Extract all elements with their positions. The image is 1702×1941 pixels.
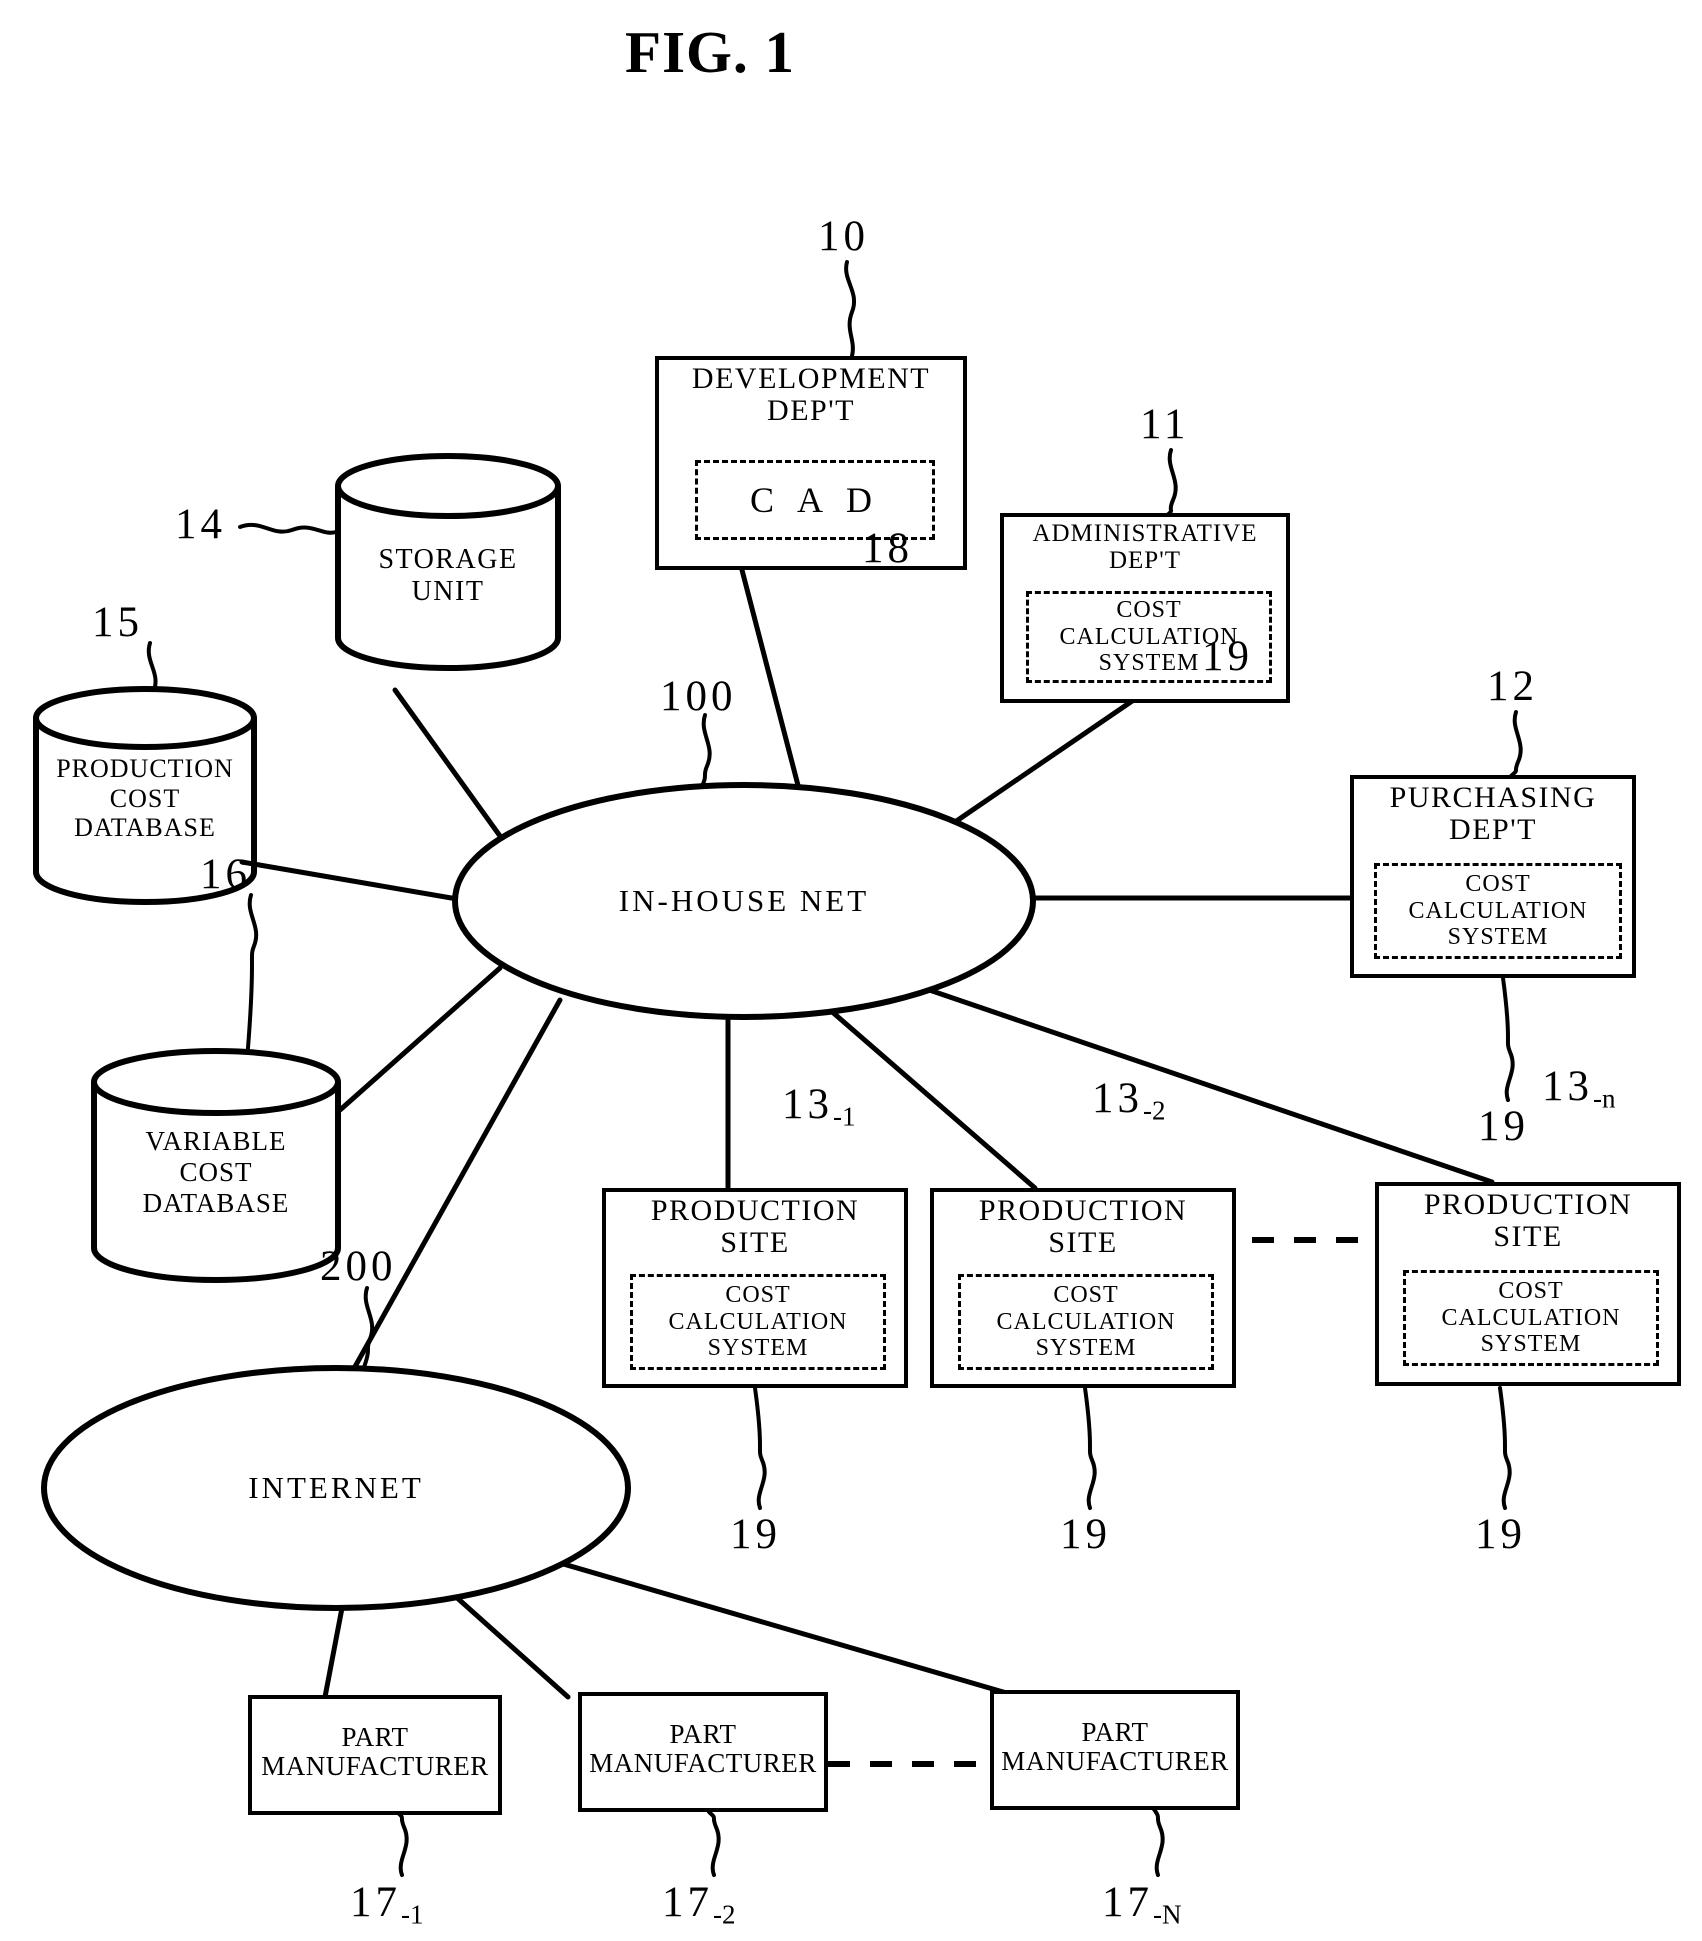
in-house-net-label: IN-HOUSE NET [618,883,870,918]
ref-16: 16 [200,851,251,898]
production-site-n-title: PRODUCTION SITE [1423,1188,1633,1254]
ref-14: 14 [175,501,226,548]
ref-17-N-base: 17 [1102,1879,1153,1926]
ref-13-n-sub: -n [1593,1083,1616,1114]
node-part-manufacturer-n[interactable]: PART MANUFACTURER [990,1690,1240,1810]
ref-17-2-base: 17 [662,1879,713,1926]
node-internet[interactable]: INTERNET [40,1364,632,1612]
ref-13-1-base: 13 [782,1081,833,1128]
purchasing-dept-title: PURCHASING DEP'T [1389,781,1597,847]
node-in-house-net[interactable]: IN-HOUSE NET [451,781,1037,1021]
purchasing-dept-cost-calculation-system[interactable]: COST CALCULATION SYSTEM [1374,863,1622,959]
ref-200: 200 [320,1243,397,1290]
ref-18: 18 [862,525,913,572]
ref-17-1-base: 17 [350,1879,401,1926]
part-manufacturer-2-label: PART MANUFACTURER [589,1719,817,1779]
production-site-2-cost-calculation-system[interactable]: COST CALCULATION SYSTEM [958,1274,1214,1370]
ref-13-n: 13-n [1542,1062,1616,1115]
part-manufacturer-1-label: PART MANUFACTURER [261,1722,489,1782]
ref-13-2-base: 13 [1092,1075,1143,1122]
storage-unit-label: STORAGE UNIT [378,544,518,607]
ref-100: 100 [660,673,737,720]
production-site-1-cost-calculation-system[interactable]: COST CALCULATION SYSTEM [630,1274,886,1370]
ref-17-N: 17-N [1102,1878,1182,1931]
ref-19-site-2: 19 [1060,1511,1111,1558]
ref-17-2-sub: -2 [713,1899,736,1930]
ref-13-2-sub: -2 [1143,1095,1166,1126]
ref-19-purchasing: 19 [1478,1103,1529,1150]
production-site-2-title: PRODUCTION SITE [978,1194,1188,1260]
development-dept-title: DEVELOPMENT DEP'T [691,362,931,428]
node-production-site-2[interactable]: PRODUCTION SITE COST CALCULATION SYSTEM [930,1188,1236,1388]
variable-cost-database-label: VARIABLE COST DATABASE [142,1126,290,1218]
ref-13-n-base: 13 [1542,1063,1593,1110]
ref-13-2: 13-2 [1092,1074,1166,1127]
ref-13-1: 13-1 [782,1080,856,1133]
ref-12: 12 [1487,663,1538,710]
node-purchasing-dept[interactable]: PURCHASING DEP'T COST CALCULATION SYSTEM [1350,775,1636,978]
node-production-site-n[interactable]: PRODUCTION SITE COST CALCULATION SYSTEM [1375,1182,1681,1386]
ref-17-1-sub: -1 [401,1899,424,1930]
internet-label: INTERNET [248,1470,424,1505]
node-storage-unit[interactable]: STORAGE UNIT [332,452,564,672]
ref-11: 11 [1140,401,1190,448]
production-cost-database-label: PRODUCTION COST DATABASE [56,754,234,843]
ref-19-administrative: 19 [1202,633,1253,680]
ref-17-N-sub: -N [1153,1899,1182,1930]
ref-13-1-sub: -1 [833,1101,856,1132]
ref-19-site-1: 19 [730,1511,781,1558]
node-part-manufacturer-2[interactable]: PART MANUFACTURER [578,1692,828,1812]
node-part-manufacturer-1[interactable]: PART MANUFACTURER [248,1695,502,1815]
node-production-site-1[interactable]: PRODUCTION SITE COST CALCULATION SYSTEM [602,1188,908,1388]
patent-figure-page: FIG. 1 DEVELOPMENT DEP'T C A D 10 18 ADM… [0,0,1702,1941]
production-site-n-cost-calculation-system[interactable]: COST CALCULATION SYSTEM [1403,1270,1659,1366]
production-site-1-title: PRODUCTION SITE [650,1194,860,1260]
ref-17-2: 17-2 [662,1878,736,1931]
ref-10: 10 [818,213,869,260]
node-variable-cost-database[interactable]: VARIABLE COST DATABASE [88,1048,344,1286]
ref-19-site-n: 19 [1475,1511,1526,1558]
part-manufacturer-n-label: PART MANUFACTURER [1001,1717,1229,1777]
ref-15: 15 [92,599,143,646]
ref-17-1: 17-1 [350,1878,424,1931]
node-development-dept[interactable]: DEVELOPMENT DEP'T C A D [655,356,967,570]
administrative-dept-title: ADMINISTRATIVE DEP'T [1032,520,1258,574]
page-title: FIG. 1 [625,19,795,85]
